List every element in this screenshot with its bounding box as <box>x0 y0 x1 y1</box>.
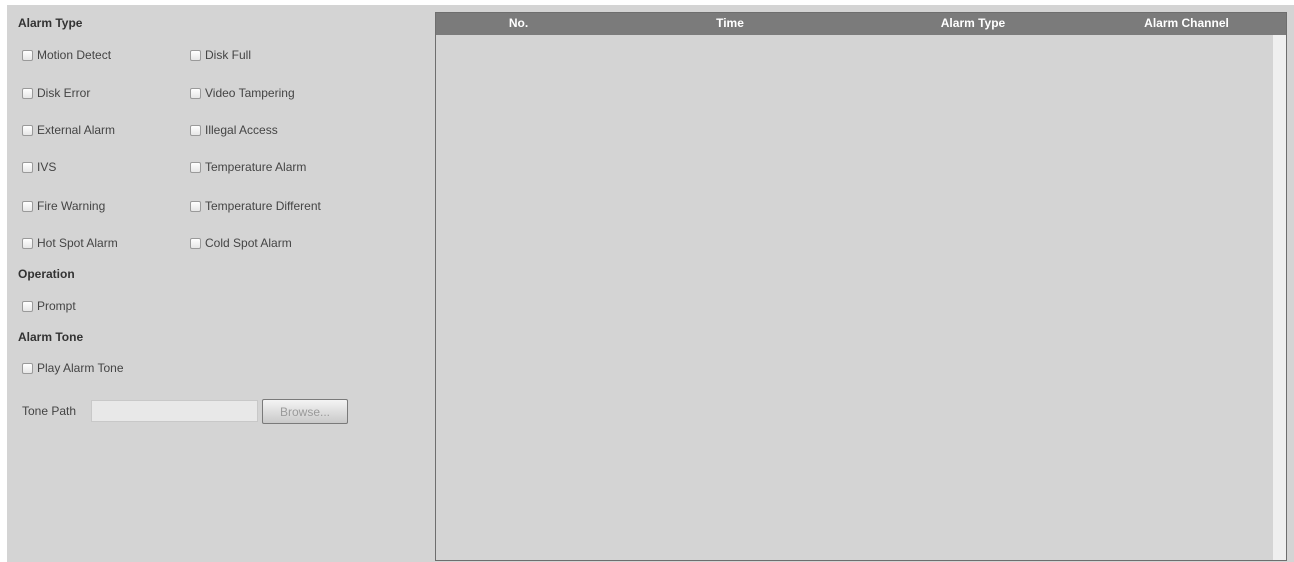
checkbox-label: Fire Warning <box>37 199 106 213</box>
alarm-panel: Alarm Type Motion Detect Disk Full Disk … <box>7 5 1294 562</box>
hot-spot-alarm-checkbox[interactable]: Hot Spot Alarm <box>22 236 118 250</box>
browse-button[interactable]: Browse... <box>262 399 348 424</box>
alarm-type-title: Alarm Type <box>18 16 83 30</box>
checkbox-label: Video Tampering <box>205 86 295 100</box>
checkbox-box[interactable] <box>22 362 33 374</box>
checkbox-label: Disk Error <box>37 86 91 100</box>
checkbox-label: Disk Full <box>205 48 252 62</box>
checkbox-box[interactable] <box>22 300 33 312</box>
checkbox-box[interactable] <box>22 87 33 99</box>
play-alarm-tone-checkbox[interactable]: Play Alarm Tone <box>22 361 124 375</box>
disk-error-checkbox[interactable]: Disk Error <box>22 86 90 100</box>
prompt-checkbox[interactable]: Prompt <box>22 299 76 313</box>
tone-path-input[interactable] <box>91 400 258 422</box>
checkbox-label: Illegal Access <box>205 123 278 137</box>
cold-spot-alarm-checkbox[interactable]: Cold Spot Alarm <box>190 236 292 250</box>
checkbox-label: Motion Detect <box>37 48 112 62</box>
illegal-access-checkbox[interactable]: Illegal Access <box>190 123 278 137</box>
fire-warning-checkbox[interactable]: Fire Warning <box>22 199 105 213</box>
operation-title: Operation <box>18 267 75 281</box>
column-header-alarm-type: Alarm Type <box>940 16 1006 30</box>
checkbox-box[interactable] <box>190 161 201 173</box>
checkbox-box[interactable] <box>22 49 33 61</box>
checkbox-box[interactable] <box>190 124 201 136</box>
checkbox-box[interactable] <box>190 87 201 99</box>
checkbox-box[interactable] <box>190 237 201 249</box>
checkbox-box[interactable] <box>190 200 201 212</box>
table-scrollbar[interactable] <box>1273 35 1286 560</box>
checkbox-box[interactable] <box>22 200 33 212</box>
checkbox-label: Temperature Different <box>205 199 321 213</box>
column-header-alarm-channel: Alarm Channel <box>1144 16 1229 30</box>
checkbox-label: Temperature Alarm <box>205 160 307 174</box>
alarm-tone-title: Alarm Tone <box>18 330 84 344</box>
checkbox-label: Play Alarm Tone <box>37 361 124 375</box>
external-alarm-checkbox[interactable]: External Alarm <box>22 123 115 137</box>
tone-path-label: Tone Path <box>22 404 77 418</box>
column-header-no: No. <box>508 16 529 30</box>
table-header: No. Time Alarm Type Alarm Channel <box>436 13 1286 35</box>
column-header-time: Time <box>716 16 744 30</box>
checkbox-label: External Alarm <box>37 123 116 137</box>
alarm-table: No. Time Alarm Type Alarm Channel <box>435 12 1287 561</box>
checkbox-box[interactable] <box>22 161 33 173</box>
temperature-alarm-checkbox[interactable]: Temperature Alarm <box>190 160 306 174</box>
checkbox-label: Hot Spot Alarm <box>37 236 118 250</box>
checkbox-box[interactable] <box>22 124 33 136</box>
checkbox-box[interactable] <box>22 237 33 249</box>
table-body <box>436 35 1286 560</box>
checkbox-box[interactable] <box>190 49 201 61</box>
temperature-different-checkbox[interactable]: Temperature Different <box>190 199 321 213</box>
motion-detect-checkbox[interactable]: Motion Detect <box>22 48 111 62</box>
ivs-checkbox[interactable]: IVS <box>22 160 56 174</box>
checkbox-label: IVS <box>37 160 57 174</box>
checkbox-label: Prompt <box>37 299 76 313</box>
disk-full-checkbox[interactable]: Disk Full <box>190 48 251 62</box>
checkbox-label: Cold Spot Alarm <box>205 236 292 250</box>
video-tampering-checkbox[interactable]: Video Tampering <box>190 86 295 100</box>
